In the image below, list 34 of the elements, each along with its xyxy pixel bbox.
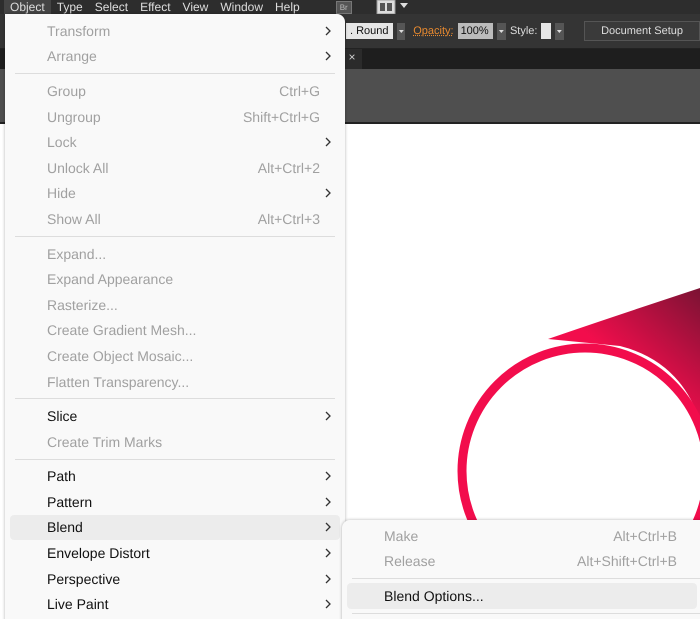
chevron-right-icon <box>324 470 332 482</box>
menu-bar-item[interactable]: View <box>176 0 214 14</box>
document-setup-button[interactable]: Document Setup <box>584 21 700 41</box>
menu-bar-item[interactable]: Select <box>88 0 134 14</box>
menu-item[interactable]: Live Paint <box>10 591 340 618</box>
chevron-right-icon <box>324 572 332 585</box>
menu-bar-item[interactable]: Window <box>214 0 270 14</box>
bridge-button[interactable]: Br <box>336 0 352 14</box>
menu-item[interactable]: Perspective <box>10 566 340 592</box>
workspace-layout-icon[interactable] <box>376 0 410 15</box>
menu-item[interactable]: Blend <box>10 514 340 540</box>
chevron-right-icon <box>324 24 332 37</box>
menu-item[interactable]: Blend Options... <box>347 583 697 609</box>
chevron-right-icon <box>324 187 332 200</box>
cap-dropdown[interactable]: . Round <box>346 23 393 39</box>
menu-bar-item[interactable]: Effect <box>134 0 177 14</box>
menu-item[interactable]: Pattern <box>10 489 340 515</box>
menu-bar-item[interactable]: Type <box>50 0 89 14</box>
menu-bar-item[interactable]: Help <box>269 0 306 14</box>
chevron-right-icon <box>324 50 332 62</box>
opacity-field[interactable]: 100% <box>458 23 494 39</box>
chevron-right-icon <box>324 598 332 610</box>
chevron-right-icon <box>324 521 332 534</box>
chevron-right-icon <box>324 547 332 560</box>
menu-item[interactable]: Path <box>10 464 340 490</box>
chevron-right-icon <box>324 496 332 508</box>
style-swatch[interactable] <box>541 23 552 39</box>
chevron-right-icon <box>324 136 332 148</box>
menu-bar-item[interactable]: Object <box>4 0 51 14</box>
menu-item[interactable]: Envelope Distort <box>10 540 340 566</box>
opacity-label[interactable]: Opacity: <box>413 25 454 37</box>
style-label: Style: <box>510 25 538 37</box>
menu-item[interactable]: Slice <box>10 403 340 429</box>
chevron-right-icon <box>324 410 332 422</box>
